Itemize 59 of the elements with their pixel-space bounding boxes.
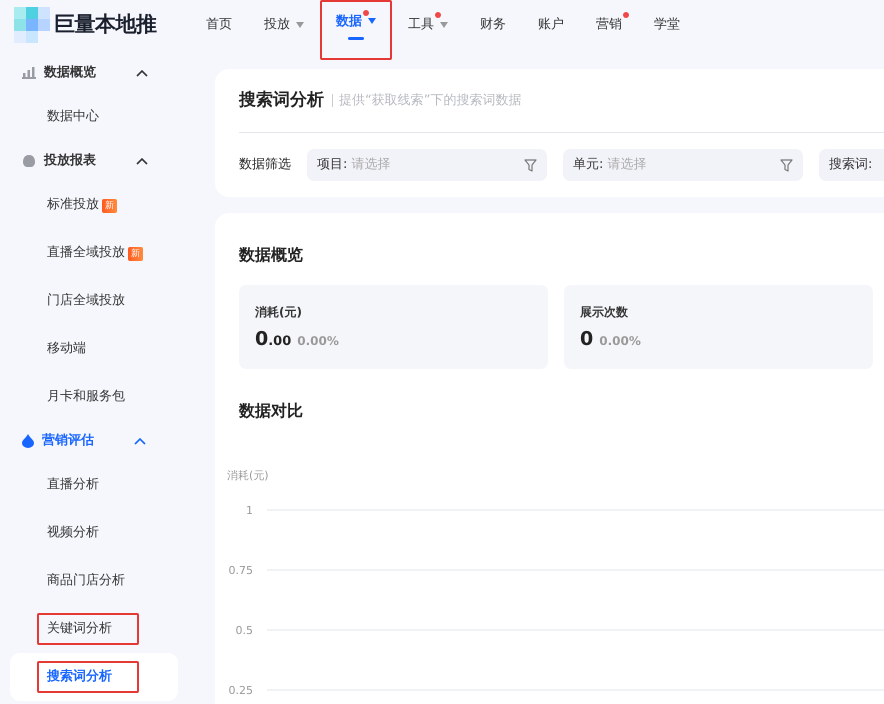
axis-title: 消耗(元): [227, 469, 269, 482]
sidebar-group[interactable]: 投放报表: [0, 141, 215, 181]
sidebar-group[interactable]: 数据概览: [0, 53, 215, 93]
drop-icon: [22, 434, 34, 448]
chevron-up-icon: [134, 437, 146, 445]
sidebar-item[interactable]: 直播分析: [10, 461, 178, 509]
sidebar-item[interactable]: 视频分析: [10, 509, 178, 557]
nav-tab[interactable]: 工具: [392, 0, 464, 50]
page-subtitle: 提供“获取线索”下的搜索词数据: [332, 94, 522, 107]
filter-label: 数据筛选: [239, 156, 291, 174]
sidebar-item[interactable]: 标准投放 新: [10, 181, 178, 229]
page-title: 搜索词分析: [239, 88, 324, 112]
logo-icon: [14, 7, 50, 43]
section-title: 数据对比: [239, 400, 304, 422]
nav-tab[interactable]: 营销: [580, 0, 638, 50]
notification-dot: [623, 12, 629, 18]
caret-icon: [368, 18, 376, 24]
filter-icon: [524, 158, 537, 172]
metric-value: 0.00: [255, 328, 292, 350]
sidebar-item[interactable]: 直播全域投放 新: [10, 229, 178, 277]
sidebar-item[interactable]: 商品门店分析: [10, 557, 178, 605]
bar-chart-icon: [22, 67, 36, 79]
axis-label: 0.75: [228, 564, 253, 577]
new-badge: 新: [128, 247, 143, 262]
section-title: 数据概览: [239, 244, 304, 266]
nav-tab[interactable]: 数据: [320, 0, 392, 60]
metric-value: 0: [580, 328, 594, 350]
metric-change: 0.00%: [297, 334, 339, 348]
sidebar-item[interactable]: 关键词分析: [10, 605, 178, 653]
filter-field[interactable]: 单元: 请选择: [563, 149, 803, 181]
notification-dot: [435, 12, 441, 18]
nav-tab[interactable]: 财务: [464, 0, 522, 50]
metric-label: 展示次数: [580, 304, 629, 321]
filter-icon: [780, 158, 793, 172]
new-badge: 新: [102, 199, 117, 214]
active-indicator: [348, 37, 364, 40]
sidebar-item[interactable]: 搜索词分析: [10, 653, 178, 701]
sidebar-item[interactable]: 月卡和服务包: [10, 373, 178, 421]
caret-icon: [440, 22, 448, 28]
axis-label: 0.25: [228, 684, 253, 697]
axis-label: 1: [246, 504, 253, 517]
sidebar-item[interactable]: 数据中心: [10, 93, 178, 141]
metric-change: 0.00%: [599, 334, 641, 348]
nav-tab[interactable]: 账户: [522, 0, 580, 50]
logo-text: 巨量本地推: [54, 11, 156, 38]
nav-tab[interactable]: 投放: [248, 0, 320, 50]
chevron-up-icon: [136, 157, 148, 165]
nav-tab[interactable]: 学堂: [638, 0, 696, 50]
filter-field[interactable]: 项目: 请选择: [307, 149, 547, 181]
sidebar-group[interactable]: 营销评估: [0, 421, 215, 461]
axis-label: 0.5: [236, 624, 253, 637]
notification-dot: [363, 10, 369, 16]
nav-tab[interactable]: 首页: [190, 0, 248, 50]
sidebar-item[interactable]: 移动端: [10, 325, 178, 373]
caret-icon: [296, 22, 304, 28]
chevron-up-icon: [136, 69, 148, 77]
sidebar-item[interactable]: 门店全域投放: [10, 277, 178, 325]
metric-label: 消耗(元): [255, 304, 303, 321]
filter-field[interactable]: 搜索词:: [819, 149, 884, 181]
